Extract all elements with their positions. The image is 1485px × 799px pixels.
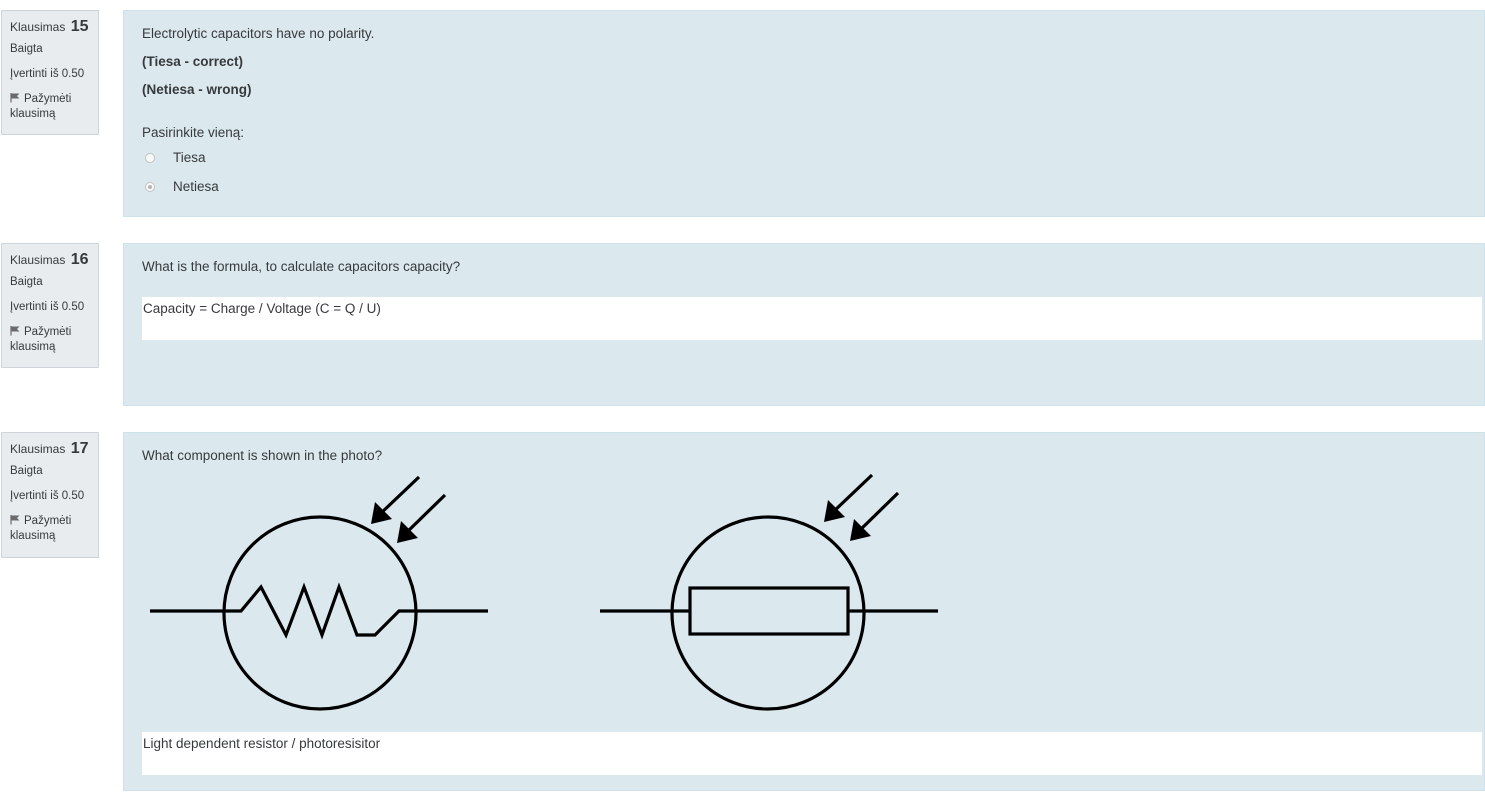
option-label-netiesa: Netiesa [173,179,219,194]
question-info: Klausimas 17 Baigta Įvertinti iš 0.50 Pa… [1,432,99,558]
flag-question-link[interactable]: Pažymėti klausimą [10,514,90,544]
question-number: 16 [70,251,89,268]
answer-text-field[interactable]: Capacity = Charge / Voltage (C = Q / U) [142,297,1482,340]
question-grade: Įvertinti iš 0.50 [10,68,85,80]
option-label-tiesa: Tiesa [173,150,206,165]
flag-question-link[interactable]: Pažymėti klausimą [10,325,90,355]
answer-prompt: Pasirinkite vieną: [142,125,245,140]
question-state: Baigta [10,43,43,55]
question-number: 17 [70,440,89,457]
flag-icon [10,326,20,336]
question-state: Baigta [10,465,43,477]
radio-tiesa[interactable] [145,152,155,163]
ldr-rectangle-symbol [600,473,938,711]
option-note-wrong: (Netiesa - wrong) [142,82,252,97]
radio-netiesa[interactable] [145,181,155,192]
option-netiesa[interactable]: Netiesa [142,179,219,194]
question-info: Klausimas 16 Baigta Įvertinti iš 0.50 Pa… [1,243,99,368]
question-number-line: Klausimas 15 [10,19,90,35]
question-label: Klausimas [10,253,66,267]
question-text: What component is shown in the photo? [142,448,383,463]
question-image [150,473,938,711]
question-content: Electrolytic capacitors have no polarity… [123,10,1485,217]
option-tiesa[interactable]: Tiesa [142,150,206,165]
option-note-correct: (Tiesa - correct) [142,54,244,69]
question-text: What is the formula, to calculate capaci… [142,259,461,274]
question-number: 15 [70,18,89,35]
flag-icon [10,515,20,525]
flag-question-link[interactable]: Pažymėti klausimą [10,92,90,122]
question-label: Klausimas [10,442,66,456]
question-state: Baigta [10,276,43,288]
flag-icon [10,93,20,103]
ldr-zigzag-symbol [150,475,488,711]
question-grade: Įvertinti iš 0.50 [10,301,85,313]
question-number-line: Klausimas 17 [10,441,90,457]
question-content: What is the formula, to calculate capaci… [123,243,1485,406]
question-grade: Įvertinti iš 0.50 [10,490,85,502]
answer-text-field[interactable]: Light dependent resistor / photoresisito… [142,732,1482,775]
question-label: Klausimas [10,20,66,34]
question-text: Electrolytic capacitors have no polarity… [142,26,375,41]
question-number-line: Klausimas 16 [10,252,90,268]
question-info: Klausimas 15 Baigta Įvertinti iš 0.50 Pa… [1,10,99,135]
ldr-rectangle-arrows [824,500,871,541]
question-content: What component is shown in the photo? Li… [123,432,1485,791]
